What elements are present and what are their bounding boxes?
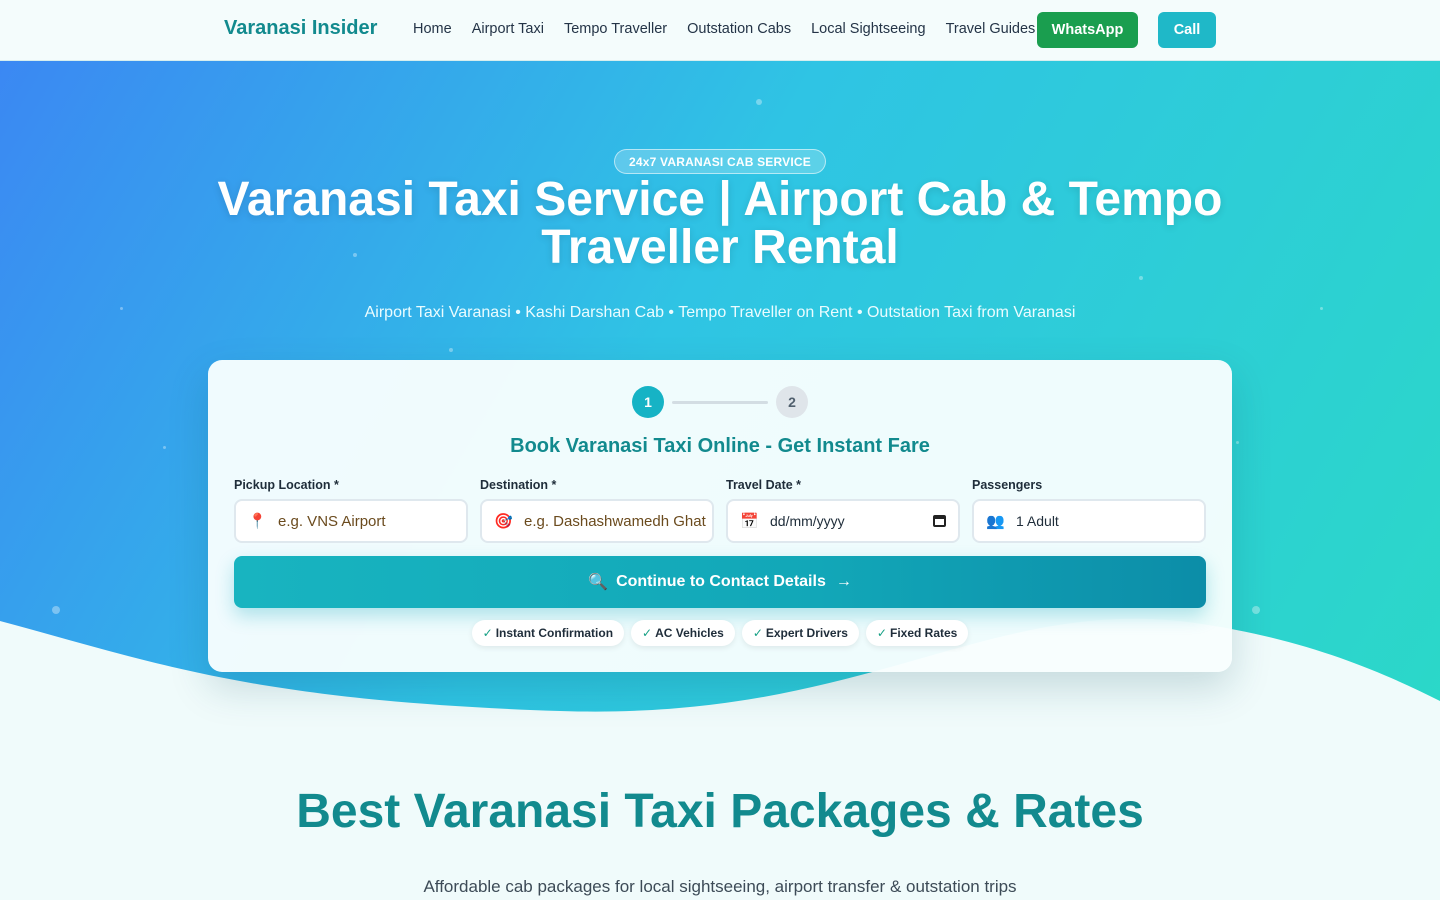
calendar-icon: 📅 (740, 513, 759, 530)
nav-link-home[interactable]: Home (413, 21, 452, 37)
destination-field: Destination * 🎯 e.g. Dashashwamedh Ghat (480, 478, 714, 543)
date-input[interactable]: 📅 dd/mm/yyyy (726, 499, 960, 543)
arrow-right-icon: → (835, 573, 852, 590)
pickup-input[interactable]: 📍 e.g. VNS Airport (234, 499, 468, 543)
date-picker-icon[interactable] (933, 515, 946, 527)
sparkle-dot (1139, 276, 1143, 280)
nav-link-travel-guides[interactable]: Travel Guides (946, 21, 1036, 37)
sparkle-dot (449, 348, 453, 352)
search-icon: 🔍 (588, 574, 609, 591)
feature-chip-label: AC Vehicles (655, 626, 724, 640)
date-field: Travel Date * 📅 dd/mm/yyyy (726, 478, 960, 543)
check-icon: ✓ (482, 626, 493, 640)
packages-title: Best Varanasi Taxi Packages & Rates (296, 785, 1144, 838)
feature-chip: ✓ Fixed Rates (865, 620, 969, 646)
nav-link-airport-taxi[interactable]: Airport Taxi (472, 21, 544, 37)
nav-link-tempo-traveller[interactable]: Tempo Traveller (564, 21, 667, 37)
whatsapp-button[interactable]: WhatsApp (1037, 12, 1138, 48)
pickup-field: Pickup Location * 📍 e.g. VNS Airport (234, 478, 468, 543)
nav-link-local-sightseeing[interactable]: Local Sightseeing (811, 21, 925, 37)
sparkle-dot (1236, 441, 1239, 444)
feature-chip-label: Instant Confirmation (495, 626, 614, 640)
packages-subtitle: Affordable cab packages for local sights… (423, 877, 1017, 896)
feature-chips: ✓ Instant Confirmation ✓ AC Vehicles ✓ Expe… (208, 620, 1232, 646)
date-label: Travel Date * (726, 478, 802, 492)
people-icon: 👥 (986, 513, 1005, 530)
check-icon: ✓ (642, 626, 653, 640)
nav-link-outstation-cabs[interactable]: Outstation Cabs (687, 21, 791, 37)
brand-logo[interactable]: Varanasi Insider (224, 17, 377, 40)
feature-chip: ✓ Expert Drivers (741, 620, 859, 646)
map-pin-icon: 📍 (248, 513, 267, 530)
hero-subtitle: Airport Taxi Varanasi • Kashi Darshan Ca… (364, 304, 1076, 321)
feature-chip-label: Expert Drivers (765, 626, 848, 640)
service-badge: 24x7 VARANASI CAB SERVICE (614, 149, 826, 174)
pickup-label: Pickup Location * (234, 478, 339, 492)
continue-label: Continue to Contact Details (616, 573, 826, 590)
sparkle-dot (163, 446, 166, 449)
feature-chip: ✓ Instant Confirmation (471, 620, 625, 646)
destination-placeholder: e.g. Dashashwamedh Ghat (524, 512, 706, 530)
check-icon: ✓ (752, 626, 763, 640)
booking-card: 1 2 Book Varanasi Taxi Online - Get Inst… (208, 360, 1232, 672)
pickup-placeholder: e.g. VNS Airport (278, 512, 386, 530)
check-icon: ✓ (876, 626, 887, 640)
passengers-select[interactable]: 👥 1 Adult (972, 499, 1206, 543)
sparkle-dot (1252, 606, 1260, 614)
destination-input[interactable]: 🎯 e.g. Dashashwamedh Ghat (480, 499, 714, 543)
nav-links: Home Airport Taxi Tempo Traveller Outsta… (413, 21, 1055, 37)
passengers-value: 1 Adult (1016, 513, 1059, 529)
step-progress-line (672, 401, 768, 404)
step-indicator-2: 2 (776, 386, 808, 418)
passengers-label: Passengers (972, 478, 1043, 492)
feature-chip-label: Fixed Rates (889, 626, 958, 640)
continue-button[interactable]: 🔍 Continue to Contact Details → (234, 556, 1206, 608)
target-icon: 🎯 (494, 513, 513, 530)
feature-chip: ✓ AC Vehicles (631, 620, 735, 646)
step-indicator-1: 1 (632, 386, 664, 418)
destination-label: Destination * (480, 478, 557, 492)
date-placeholder: dd/mm/yyyy (770, 513, 845, 529)
sparkle-dot (52, 606, 60, 614)
hero-title: Varanasi Taxi Service | Airport Cab & Te… (217, 173, 1223, 274)
booking-title: Book Varanasi Taxi Online - Get Instant … (510, 435, 930, 457)
passengers-field: Passengers 👥 1 Adult (972, 478, 1206, 543)
sparkle-dot (756, 99, 762, 105)
call-button[interactable]: Call (1158, 12, 1216, 48)
sparkle-dot (1320, 307, 1323, 310)
top-nav: Varanasi Insider Home Airport Taxi Tempo… (0, 0, 1440, 61)
sparkle-dot (120, 307, 123, 310)
